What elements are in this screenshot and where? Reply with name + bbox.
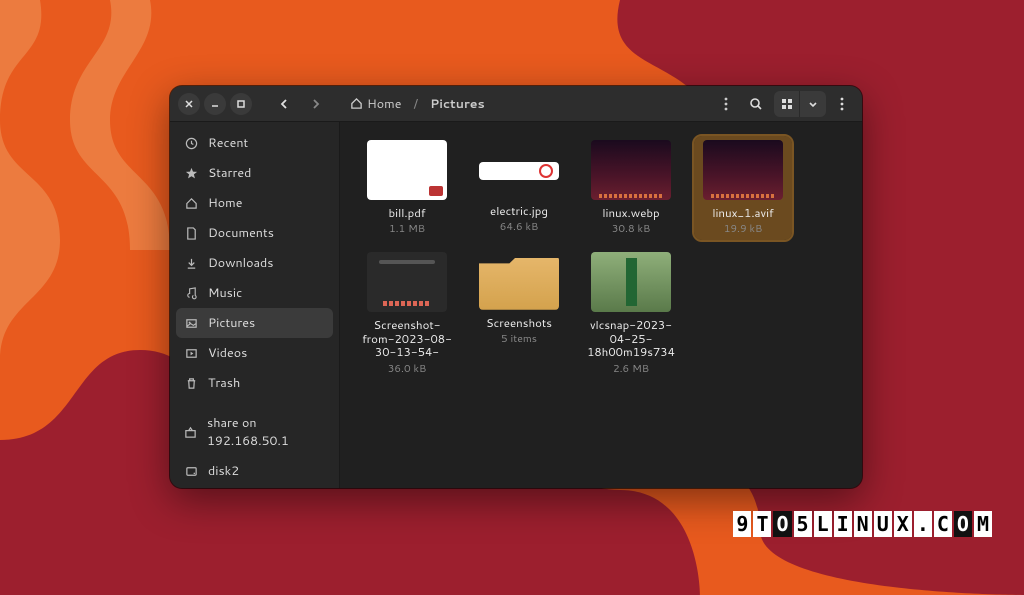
path-current[interactable]: Pictures [424, 91, 491, 117]
watermark-char: M [974, 511, 992, 537]
picture-icon [184, 317, 198, 330]
sidebar-label: Starred [208, 164, 251, 182]
star-icon [184, 167, 198, 180]
file-name: Screenshots [486, 316, 552, 330]
back-button[interactable] [270, 90, 298, 118]
forward-button[interactable] [302, 90, 330, 118]
file-meta: 64.6 kB [500, 220, 539, 234]
file-name: Screenshot-from-2023-08-30-13-54-35.avif [362, 318, 452, 360]
watermark-char: L [814, 511, 832, 537]
sidebar-label: disk2 [208, 462, 239, 480]
sidebar-item-downloads[interactable]: Downloads [170, 248, 339, 278]
file-item[interactable]: vlcsnap-2023-04-25-18h00m19s734.png 2.6 M… [582, 248, 680, 380]
watermark-char: C [934, 511, 952, 537]
music-icon [184, 287, 198, 300]
hamburger-menu-button[interactable] [830, 90, 854, 118]
location-menu-button[interactable] [714, 90, 738, 118]
path-bar: Home / Pictures [334, 91, 710, 117]
sidebar-label: Music [208, 284, 242, 302]
path-separator: / [413, 95, 418, 113]
file-meta: 19.9 kB [724, 222, 763, 236]
watermark-char: N [854, 511, 872, 537]
watermark-char: 9 [733, 511, 751, 537]
file-name: linux.webp [602, 206, 659, 220]
sidebar-item-videos[interactable]: Videos [170, 338, 339, 368]
minimize-button[interactable] [204, 93, 226, 115]
thumbnail [703, 140, 783, 200]
view-options-dropdown[interactable] [800, 91, 826, 117]
thumbnail [367, 140, 447, 200]
watermark-char: U [874, 511, 892, 537]
sidebar-item-disk2[interactable]: disk2 [170, 456, 339, 486]
sidebar-item-documents[interactable]: Documents [170, 218, 339, 248]
sidebar-label: Videos [208, 344, 247, 362]
watermark: 9TO5LINUX.COM [733, 511, 992, 537]
sidebar-item-trash[interactable]: Trash [170, 368, 339, 398]
maximize-button[interactable] [230, 93, 252, 115]
watermark-char: T [753, 511, 771, 537]
thumbnail [367, 252, 447, 312]
watermark-char: X [894, 511, 912, 537]
watermark-char: . [914, 511, 932, 537]
path-home[interactable]: Home [344, 91, 407, 117]
titlebar: Home / Pictures [170, 86, 862, 122]
thumbnail [479, 162, 559, 180]
disk-icon [184, 465, 198, 478]
sidebar-item-home[interactable]: Home [170, 188, 339, 218]
file-meta: 2.6 MB [613, 362, 649, 376]
thumbnail [591, 140, 671, 200]
file-item[interactable]: electric.jpg 64.6 kB [470, 136, 568, 240]
close-button[interactable] [178, 93, 200, 115]
share-icon [184, 426, 197, 439]
sidebar-label: Home [208, 194, 242, 212]
video-icon [184, 347, 198, 360]
file-manager-window: Home / Pictures Recent Starred Home Documen… [170, 86, 862, 488]
file-name: electric.jpg [490, 204, 548, 218]
window-controls [178, 93, 252, 115]
file-name: vlcsnap-2023-04-25-18h00m19s734.png [586, 318, 676, 360]
file-item[interactable]: bill.pdf 1.1 MB [358, 136, 456, 240]
file-meta: 36.0 kB [388, 362, 427, 376]
sidebar-label: share on 192.168.50.1 [207, 414, 325, 450]
file-item[interactable]: linux_1.avif 19.9 kB [694, 136, 792, 240]
watermark-char: I [834, 511, 852, 537]
thumbnail [591, 252, 671, 312]
file-meta: 5 items [501, 332, 537, 346]
sidebar-item-pictures[interactable]: Pictures [176, 308, 333, 338]
sidebar-label: Documents [208, 224, 274, 242]
watermark-char: O [954, 511, 972, 537]
home-outline-icon [350, 97, 363, 110]
file-name: linux_1.avif [712, 206, 773, 220]
sidebar-label: Recent [208, 134, 248, 152]
sidebar: Recent Starred Home Documents Downloads Music… [170, 122, 340, 488]
file-item[interactable]: Screenshots 5 items [470, 248, 568, 380]
watermark-char: 5 [794, 511, 812, 537]
document-icon [184, 227, 198, 240]
watermark-char: O [773, 511, 791, 537]
file-name: bill.pdf [388, 206, 425, 220]
clock-icon [184, 137, 198, 150]
content-area[interactable]: bill.pdf 1.1 MB electric.jpg 64.6 kB linux.w… [340, 122, 862, 488]
sidebar-item-music[interactable]: Music [170, 278, 339, 308]
file-meta: 1.1 MB [389, 222, 425, 236]
home-icon [184, 197, 198, 210]
view-switcher [774, 91, 826, 117]
file-grid: bill.pdf 1.1 MB electric.jpg 64.6 kB linux.w… [358, 136, 844, 380]
sidebar-label: Trash [208, 374, 240, 392]
file-item[interactable]: Screenshot-from-2023-08-30-13-54-35.avif… [358, 248, 456, 380]
path-home-label: Home [367, 95, 401, 113]
path-current-label: Pictures [430, 95, 485, 113]
file-meta: 30.8 kB [612, 222, 651, 236]
file-item[interactable]: linux.webp 30.8 kB [582, 136, 680, 240]
sidebar-item-share-on-192-168-50-1[interactable]: share on 192.168.50.1 [170, 408, 339, 456]
sidebar-item-recent[interactable]: Recent [170, 128, 339, 158]
thumbnail [479, 256, 559, 310]
sidebar-label: Pictures [208, 314, 255, 332]
download-icon [184, 257, 198, 270]
trash-icon [184, 377, 198, 390]
sidebar-label: Downloads [208, 254, 273, 272]
icon-view-button[interactable] [774, 91, 800, 117]
sidebar-item-starred[interactable]: Starred [170, 158, 339, 188]
search-button[interactable] [742, 90, 770, 118]
